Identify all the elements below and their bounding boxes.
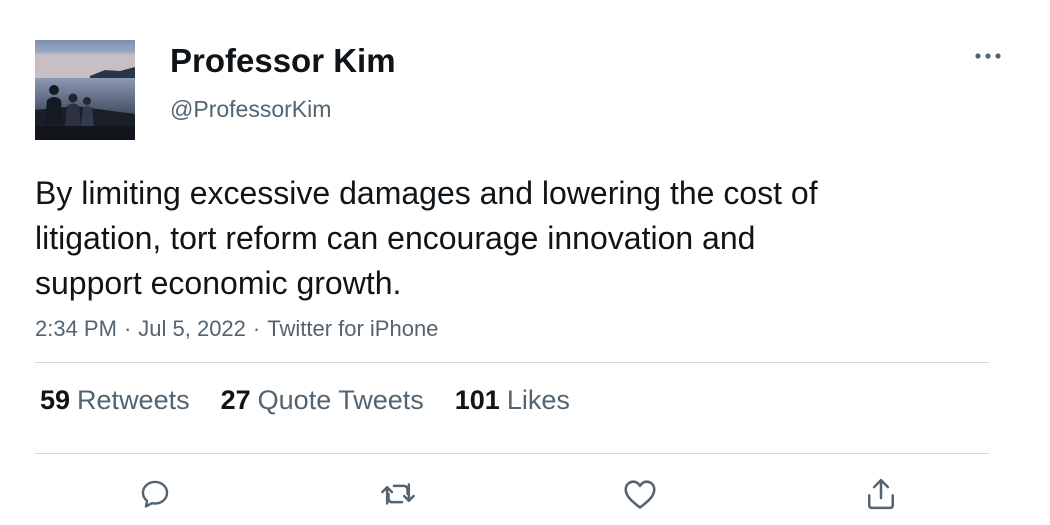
likes-count: 101 bbox=[454, 385, 500, 415]
retweets-stat[interactable]: 59 Retweets bbox=[40, 385, 190, 416]
avatar[interactable] bbox=[35, 40, 135, 140]
quote-tweets-label: Quote Tweets bbox=[257, 385, 424, 415]
reply-button[interactable] bbox=[135, 474, 175, 514]
tweet-date[interactable]: Jul 5, 2022 bbox=[138, 316, 246, 341]
quote-tweets-stat[interactable]: 27 Quote Tweets bbox=[221, 385, 424, 416]
author-display-name[interactable]: Professor Kim bbox=[170, 42, 396, 80]
retweets-label: Retweets bbox=[77, 385, 190, 415]
tweet-time[interactable]: 2:34 PM bbox=[35, 316, 117, 341]
retweet-icon bbox=[381, 483, 415, 505]
more-horizontal-icon bbox=[975, 53, 1001, 59]
tweet-text: By limiting excessive damages and loweri… bbox=[35, 171, 995, 306]
quote-tweets-count: 27 bbox=[220, 385, 251, 415]
tweet-text-line: litigation, tort reform can encourage in… bbox=[35, 220, 756, 256]
tweet-text-line: By limiting excessive damages and loweri… bbox=[35, 175, 818, 211]
more-options-button[interactable] bbox=[968, 40, 1008, 72]
meta-separator: · bbox=[123, 316, 132, 341]
tweet-text-line: support economic growth. bbox=[35, 265, 402, 301]
divider bbox=[35, 453, 989, 454]
like-button[interactable] bbox=[620, 474, 660, 514]
author-handle[interactable]: @ProfessorKim bbox=[170, 96, 331, 123]
reply-icon bbox=[141, 480, 169, 508]
heart-icon bbox=[624, 480, 656, 509]
tweet-metadata: 2:34 PM · Jul 5, 2022 · Twitter for iPhone bbox=[35, 316, 438, 342]
share-icon bbox=[867, 478, 895, 510]
meta-separator: · bbox=[252, 316, 261, 341]
retweets-count: 59 bbox=[40, 385, 71, 415]
engagement-stats: 59 Retweets 27 Quote Tweets 101 Likes bbox=[40, 385, 570, 416]
retweet-button[interactable] bbox=[378, 474, 418, 514]
divider bbox=[35, 362, 989, 363]
likes-stat[interactable]: 101 Likes bbox=[455, 385, 570, 416]
tweet-source[interactable]: Twitter for iPhone bbox=[267, 316, 438, 341]
likes-label: Likes bbox=[506, 385, 570, 415]
share-button[interactable] bbox=[861, 474, 901, 514]
avatar-photo bbox=[35, 40, 135, 140]
